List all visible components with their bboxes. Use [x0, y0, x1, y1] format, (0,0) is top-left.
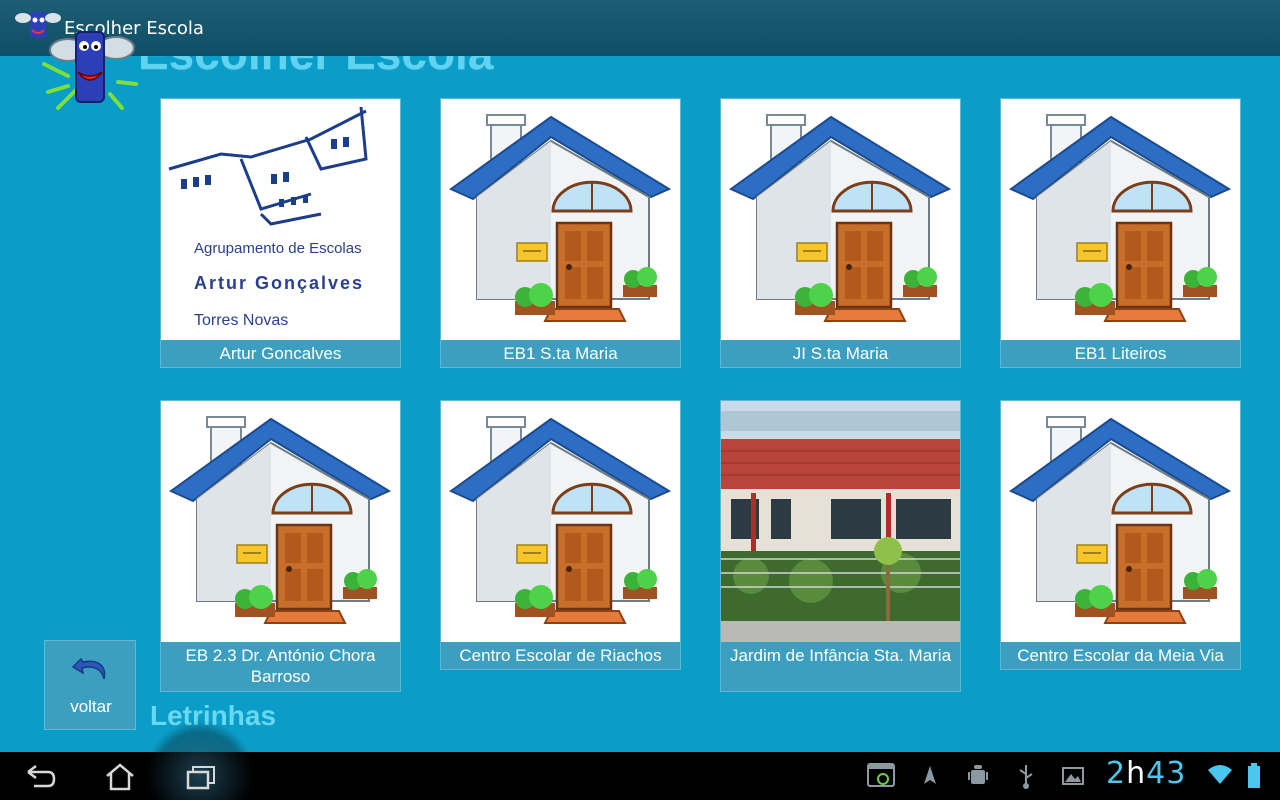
- school-name: EB1 Liteiros: [1001, 340, 1240, 367]
- school-house-icon: [161, 401, 400, 642]
- letrinhas-mascot-icon: [42, 31, 138, 110]
- school-tile-eb1-liteiros[interactable]: EB1 Liteiros: [1000, 98, 1241, 368]
- agrupamento-logo: Agrupamento de Escolas Artur Gonçalves T…: [161, 99, 400, 340]
- gallery-icon: [1062, 767, 1084, 785]
- school-house-icon: [441, 99, 680, 340]
- school-tile-centro-escolar-meia-via[interactable]: Centro Escolar da Meia Via: [1000, 400, 1241, 670]
- back-icon[interactable]: [24, 762, 58, 792]
- wifi-icon: [1208, 765, 1232, 784]
- school-name: JI S.ta Maria: [721, 340, 960, 367]
- home-icon[interactable]: [104, 762, 136, 792]
- school-tile-jardim-infancia-sta-maria[interactable]: Jardim de Infância Sta. Maria: [720, 400, 961, 692]
- school-tile-centro-escolar-riachos[interactable]: Centro Escolar de Riachos: [440, 400, 681, 670]
- status-clock: 2h43: [1106, 756, 1186, 791]
- android-debug-icon: [968, 765, 988, 784]
- school-house-icon: [1001, 99, 1240, 340]
- back-button-label: voltar: [70, 697, 112, 716]
- recent-apps-icon[interactable]: [184, 762, 218, 792]
- back-button[interactable]: voltar: [44, 640, 136, 730]
- screenshot-icon[interactable]: [866, 762, 896, 790]
- school-house-icon: [721, 99, 960, 340]
- logo-line-3: Torres Novas: [194, 312, 288, 329]
- clock-separator: h: [1126, 756, 1147, 791]
- battery-icon: [1248, 763, 1260, 788]
- school-tile-artur-goncalves[interactable]: Agrupamento de Escolas Artur Gonçalves T…: [160, 98, 401, 368]
- undo-arrow-icon: [71, 657, 106, 680]
- school-tile-ji-sta-maria[interactable]: JI S.ta Maria: [720, 98, 961, 368]
- logo-line-2: Artur Gonçalves: [194, 273, 364, 293]
- school-name: Artur Goncalves: [161, 340, 400, 367]
- school-tile-eb1-sta-maria[interactable]: EB1 S.ta Maria: [440, 98, 681, 368]
- school-grid: Agrupamento de Escolas Artur Gonçalves T…: [160, 98, 1241, 698]
- clock-hours: 2: [1106, 756, 1127, 791]
- action-bar: Escolher Escola: [0, 0, 1280, 56]
- school-name: Centro Escolar de Riachos: [441, 642, 680, 669]
- logo-line-1: Agrupamento de Escolas: [194, 240, 362, 257]
- school-building-photo: [721, 401, 960, 642]
- navigation-icon: [924, 766, 936, 784]
- school-name: Jardim de Infância Sta. Maria: [721, 642, 960, 691]
- school-house-icon: [1001, 401, 1240, 642]
- school-tile-eb23-antonio-chora-barroso[interactable]: EB 2.3 Dr. António Chora Barroso: [160, 400, 401, 692]
- school-name: EB1 S.ta Maria: [441, 340, 680, 367]
- school-house-icon: [441, 401, 680, 642]
- clock-minutes: 43: [1146, 756, 1187, 791]
- school-name: EB 2.3 Dr. António Chora Barroso: [161, 642, 400, 691]
- usb-icon: [1019, 765, 1033, 789]
- school-name: Centro Escolar da Meia Via: [1001, 642, 1240, 669]
